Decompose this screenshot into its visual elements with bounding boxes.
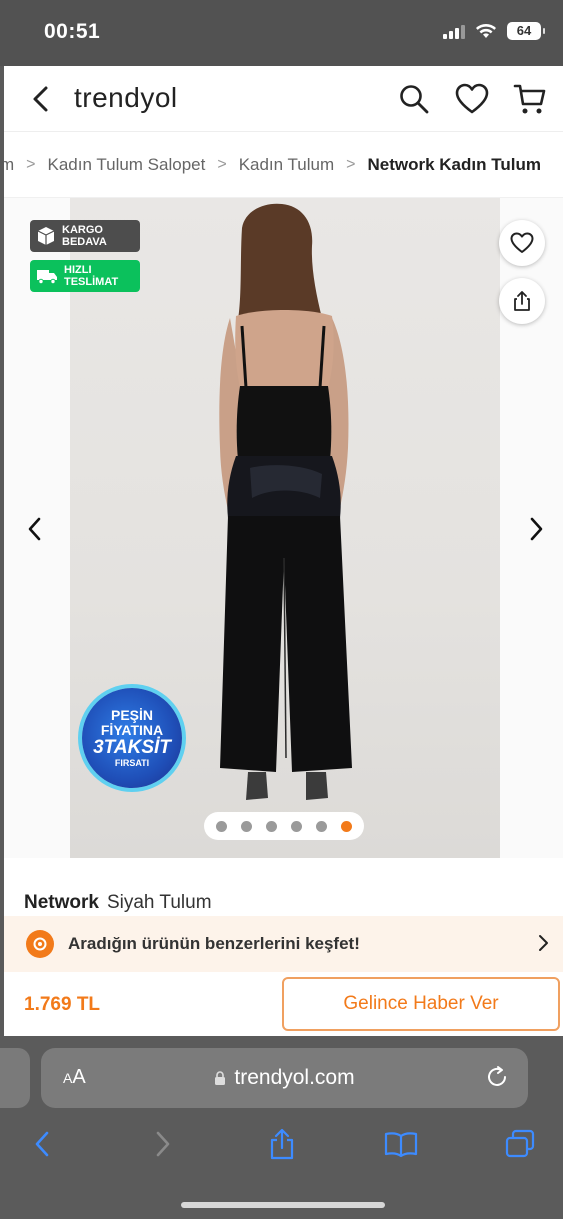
- back-button[interactable]: [26, 82, 56, 116]
- search-button[interactable]: [395, 80, 433, 118]
- cart-icon: [513, 84, 546, 114]
- reload-icon[interactable]: [484, 1064, 510, 1090]
- address-bar[interactable]: AA trendyol.com: [41, 1048, 528, 1108]
- product-name: Siyah Tulum: [106, 892, 212, 913]
- promo-line: FİYATINA: [100, 721, 164, 738]
- pagination-dot[interactable]: [316, 820, 327, 832]
- battery-icon: 64: [507, 22, 545, 40]
- pagination-dot[interactable]: [291, 820, 302, 832]
- breadcrumb-separator: >: [217, 155, 227, 173]
- previous-tab-peek[interactable]: [0, 1048, 30, 1108]
- box-icon: [37, 227, 55, 245]
- discover-text: Aradığın ürünün benzerlerini keşfet!: [68, 934, 360, 953]
- url-display[interactable]: trendyol.com: [41, 1066, 528, 1090]
- similar-products-banner[interactable]: Aradığın ürünün benzerlerini keşfet!: [4, 916, 563, 972]
- book-icon: [384, 1132, 418, 1158]
- browser-toolbar: [0, 1124, 563, 1164]
- home-indicator: [181, 1202, 385, 1208]
- wifi-icon: [476, 24, 496, 38]
- breadcrumb-item[interactable]: Kadın Tulum: [239, 155, 334, 175]
- back-chevron-icon: [33, 86, 48, 112]
- search-icon: [400, 85, 429, 114]
- bookmarks-button[interactable]: [381, 1124, 421, 1164]
- header-actions: [395, 80, 549, 118]
- tabs-icon: [505, 1129, 535, 1158]
- web-page: trendyol m: [4, 66, 563, 1036]
- share-icon: [270, 1128, 294, 1160]
- back-arrow-icon: [35, 1131, 49, 1157]
- breadcrumb-separator: >: [346, 155, 356, 173]
- badge-line: KARGO: [62, 224, 103, 236]
- tabs-button[interactable]: [500, 1124, 540, 1164]
- discover-icon: [26, 930, 54, 958]
- free-shipping-badge: KARGO BEDAVA: [30, 220, 140, 252]
- carousel-pagination: [204, 812, 364, 840]
- forward-arrow-icon: [156, 1131, 170, 1157]
- chevron-right-icon: [539, 935, 548, 951]
- chevron-right-icon: [530, 517, 543, 541]
- app-header: trendyol: [4, 66, 563, 132]
- breadcrumb-separator: >: [26, 155, 36, 173]
- breadcrumb-item[interactable]: m: [4, 155, 14, 175]
- breadcrumb-item[interactable]: Kadın Tulum Salopet: [48, 155, 206, 175]
- status-time: 00:51: [44, 20, 101, 43]
- chevron-left-icon: [28, 517, 41, 541]
- pagination-dot[interactable]: [216, 820, 227, 832]
- browser-share-button[interactable]: [262, 1124, 302, 1164]
- product-gallery[interactable]: KARGO BEDAVA HIZLI TESLİMAT PEŞİN FİYATI…: [4, 198, 563, 858]
- pagination-dot[interactable]: [241, 820, 252, 832]
- pagination-dot[interactable]: [266, 820, 277, 832]
- pagination-dot[interactable]: [341, 820, 352, 832]
- promo-line: PEŞİN: [110, 706, 153, 723]
- installment-promo-badge: PEŞİN FİYATINA 3TAKSİT FIRSATI: [82, 688, 182, 788]
- browser-back-button[interactable]: [22, 1124, 62, 1164]
- breadcrumb-current: Network Kadın Tulum: [367, 154, 541, 174]
- product-title: Network Siyah Tulum: [24, 892, 212, 914]
- brand-logo[interactable]: trendyol: [74, 82, 178, 114]
- badge-line: TESLİMAT: [64, 276, 119, 288]
- previous-image-button[interactable]: [20, 514, 50, 544]
- delivery-truck-icon: [37, 270, 57, 285]
- status-bar: 00:51 64: [0, 0, 563, 66]
- favorites-button[interactable]: [453, 80, 491, 118]
- heart-icon: [455, 83, 489, 114]
- share-button[interactable]: [499, 278, 545, 324]
- promo-line: FIRSATI: [114, 757, 150, 768]
- product-price: 1.769 TL: [24, 994, 101, 1015]
- heart-icon: [510, 232, 534, 253]
- browser-forward-button[interactable]: [143, 1124, 183, 1164]
- next-image-button[interactable]: [521, 514, 551, 544]
- status-icons: 64: [443, 22, 545, 40]
- fast-delivery-badge: HIZLI TESLİMAT: [30, 260, 140, 292]
- badge-line: HIZLI: [64, 264, 92, 276]
- promo-line: 3TAKSİT: [93, 736, 171, 758]
- notify-when-available-button[interactable]: Gelince Haber Ver: [282, 977, 560, 1031]
- url-text: trendyol.com: [234, 1066, 355, 1089]
- browser-chrome: AA trendyol.com: [0, 1036, 563, 1219]
- cart-button[interactable]: [511, 80, 549, 118]
- badge-line: BEDAVA: [62, 236, 107, 248]
- lock-icon: [215, 1071, 226, 1085]
- share-icon: [514, 291, 530, 311]
- price-bar: 1.769 TL Gelince Haber Ver: [4, 972, 563, 1036]
- add-to-favorites-button[interactable]: [499, 220, 545, 266]
- breadcrumb: m > Kadın Tulum Salopet > Kadın Tulum > …: [4, 132, 563, 198]
- cellular-signal-icon: [443, 23, 465, 39]
- product-brand[interactable]: Network: [24, 892, 99, 913]
